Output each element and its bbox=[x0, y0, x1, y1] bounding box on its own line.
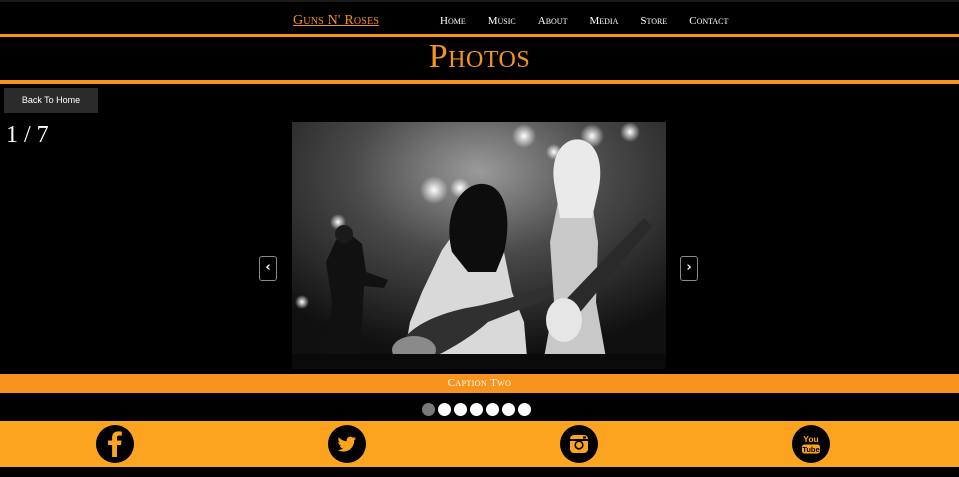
nav-link-media[interactable]: Media bbox=[589, 15, 618, 27]
instagram-icon bbox=[570, 435, 588, 453]
title-top-rule bbox=[0, 34, 959, 37]
slide-caption: Caption Two bbox=[0, 374, 959, 393]
chevron-right-icon: › bbox=[686, 260, 692, 275]
facebook-icon bbox=[108, 431, 122, 457]
concert-photo-image bbox=[292, 122, 666, 369]
nav-link-music[interactable]: Music bbox=[488, 15, 516, 27]
youtube-icon: You Tube bbox=[802, 434, 820, 454]
nav-link-home[interactable]: Home bbox=[440, 15, 466, 27]
slide-dot-7[interactable] bbox=[518, 403, 531, 416]
next-slide-button[interactable]: › bbox=[680, 256, 698, 281]
slide-indicators bbox=[422, 403, 531, 416]
top-navbar: Guns N' Roses Home Music About Media Sto… bbox=[0, 0, 959, 34]
brand-link[interactable]: Guns N' Roses bbox=[293, 13, 379, 29]
twitter-icon bbox=[337, 436, 356, 452]
svg-text:Tube: Tube bbox=[802, 445, 819, 454]
back-to-home-button[interactable]: Back To Home bbox=[4, 88, 98, 113]
slide-dot-5[interactable] bbox=[486, 403, 499, 416]
slide-dot-4[interactable] bbox=[470, 403, 483, 416]
page-bottom-strip bbox=[0, 467, 959, 477]
slide-dot-6[interactable] bbox=[502, 403, 515, 416]
twitter-link[interactable] bbox=[328, 425, 366, 463]
nav-link-store[interactable]: Store bbox=[640, 15, 667, 27]
previous-slide-button[interactable]: ‹ bbox=[259, 256, 277, 281]
nav-link-contact[interactable]: Contact bbox=[689, 15, 728, 27]
slide-dot-3[interactable] bbox=[454, 403, 467, 416]
chevron-left-icon: ‹ bbox=[265, 260, 271, 275]
facebook-link[interactable] bbox=[96, 425, 134, 463]
instagram-link[interactable] bbox=[560, 425, 598, 463]
nav-link-about[interactable]: About bbox=[538, 15, 568, 27]
slide-counter: 1 / 7 bbox=[6, 122, 49, 148]
nav-links: Home Music About Media Store Contact bbox=[440, 15, 750, 27]
youtube-link[interactable]: You Tube bbox=[792, 425, 830, 463]
slide-dot-2[interactable] bbox=[438, 403, 451, 416]
title-bottom-rule bbox=[0, 80, 959, 84]
page-title: Photos bbox=[428, 38, 531, 75]
svg-text:You: You bbox=[803, 434, 818, 444]
slide-dot-1[interactable] bbox=[422, 403, 435, 416]
slide-photo bbox=[292, 122, 666, 369]
